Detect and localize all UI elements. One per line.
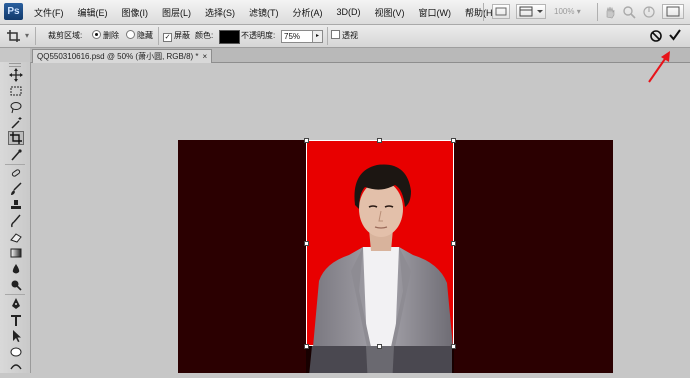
screen-mode-icon xyxy=(666,6,680,17)
arrange-documents-icon xyxy=(519,6,543,17)
type-icon[interactable] xyxy=(8,313,24,327)
document-canvas[interactable] xyxy=(178,138,613,373)
crop-handle-bottom-center[interactable] xyxy=(377,344,382,349)
menu-bar: Ps 文件(F) 编辑(E) 图像(I) 图层(L) 选择(S) 滤镜(T) 分… xyxy=(0,0,690,25)
options-separator xyxy=(327,27,328,45)
launch-bridge-button[interactable] xyxy=(492,4,510,19)
perspective-label: 透视 xyxy=(342,31,358,40)
gradient-icon[interactable] xyxy=(8,246,24,260)
crop-handle-top-center[interactable] xyxy=(377,138,382,143)
delete-radio[interactable] xyxy=(92,30,101,39)
crop-handle-bottom-left[interactable] xyxy=(304,344,309,349)
menu-items: 文件(F) 编辑(E) 图像(I) 图层(L) 选择(S) 滤镜(T) 分析(A… xyxy=(34,0,510,24)
crop-shield-overlay xyxy=(306,346,454,373)
photoshop-logo-icon: Ps xyxy=(4,3,23,20)
clone-stamp-icon[interactable] xyxy=(8,198,24,212)
checkmark-icon xyxy=(669,29,681,41)
preset-dropdown-arrow[interactable]: ▾ xyxy=(25,25,29,47)
rotate-view-icon[interactable] xyxy=(642,5,656,19)
perspective-option[interactable]: 透视 xyxy=(331,25,358,47)
blur-icon[interactable] xyxy=(8,262,24,276)
toolbox xyxy=(0,62,31,373)
hide-radio[interactable] xyxy=(126,30,135,39)
menu-separator xyxy=(597,3,598,21)
toolbox-separator xyxy=(5,164,25,165)
menu-edit[interactable]: 编辑(E) xyxy=(78,6,108,19)
shield-option[interactable]: ✓ 屏蔽 xyxy=(163,25,190,47)
dodge-icon[interactable] xyxy=(8,278,24,292)
brush-icon[interactable] xyxy=(8,182,24,196)
opacity-label: 不透明度: xyxy=(241,31,276,40)
portrait-photo xyxy=(313,164,453,347)
menu-image[interactable]: 图像(I) xyxy=(122,6,149,19)
options-separator xyxy=(158,27,159,45)
hand-tool-icon[interactable] xyxy=(603,5,617,19)
eyedropper-icon[interactable] xyxy=(8,148,24,162)
crop-handle-middle-right[interactable] xyxy=(451,241,456,246)
document-tab[interactable]: QQ550310616.psd @ 50% (萧小圆, RGB/8) * × xyxy=(32,49,213,63)
marquee-icon[interactable] xyxy=(8,84,24,98)
shape-icon[interactable] xyxy=(8,345,24,359)
crop-handle-middle-left[interactable] xyxy=(304,241,309,246)
delete-option[interactable]: 删除 xyxy=(92,25,119,47)
perspective-checkbox[interactable] xyxy=(331,30,340,39)
menu-filter[interactable]: 滤镜(T) xyxy=(249,6,279,19)
close-tab-icon[interactable]: × xyxy=(203,52,208,61)
menu-help[interactable]: 帮助(H) xyxy=(465,6,496,19)
eraser-icon[interactable] xyxy=(8,230,24,244)
crop-area-label: 裁剪区域: xyxy=(48,31,83,40)
menu-analysis[interactable]: 分析(A) xyxy=(293,6,323,19)
document-tab-bar: QQ550310616.psd @ 50% (萧小圆, RGB/8) * × xyxy=(30,48,690,63)
menu-separator xyxy=(483,3,484,21)
magic-wand-icon[interactable] xyxy=(8,116,24,130)
tool-options-bar: ▾ 裁剪区域: 删除 隐藏 ✓ 屏蔽 颜色: 不透明度: 75% ▸ 透视 xyxy=(0,25,690,48)
crop-selection[interactable] xyxy=(306,140,454,347)
portrait-photo-outside-crop xyxy=(309,346,452,373)
canvas-area[interactable] xyxy=(31,63,690,373)
menu-layer[interactable]: 图层(L) xyxy=(162,6,191,19)
crop-handle-bottom-right[interactable] xyxy=(451,344,456,349)
commit-crop-button[interactable] xyxy=(668,28,682,42)
hide-option[interactable]: 隐藏 xyxy=(126,25,153,47)
bridge-icon xyxy=(495,7,507,16)
menu-window[interactable]: 窗口(W) xyxy=(419,6,452,19)
annotation-arrow-icon xyxy=(648,51,670,83)
cancel-crop-button[interactable] xyxy=(649,29,663,43)
opacity-stepper[interactable]: ▸ xyxy=(312,30,323,43)
menu-select[interactable]: 选择(S) xyxy=(205,6,235,19)
crop-icon[interactable] xyxy=(8,131,24,145)
menu-file[interactable]: 文件(F) xyxy=(34,6,64,19)
zoom-level-field[interactable]: 100% ▾ xyxy=(554,5,594,18)
arrange-documents-button[interactable] xyxy=(516,4,546,19)
pen-icon[interactable] xyxy=(8,297,24,311)
zoom-level-value: 100% xyxy=(554,7,575,16)
move-icon[interactable] xyxy=(8,68,24,82)
options-separator xyxy=(35,27,36,45)
toolbox-separator xyxy=(5,294,25,295)
document-tab-title: QQ550310616.psd @ 50% (萧小圆, RGB/8) * xyxy=(37,52,199,61)
opacity-input[interactable]: 75% xyxy=(281,30,313,43)
crop-handle-top-right[interactable] xyxy=(451,138,456,143)
shield-color-swatch[interactable] xyxy=(219,30,240,44)
shield-checkbox[interactable]: ✓ xyxy=(163,33,172,42)
crop-tool-preset-icon[interactable] xyxy=(6,29,22,43)
lasso-icon[interactable] xyxy=(8,100,24,114)
hide-label: 隐藏 xyxy=(137,31,153,40)
history-brush-icon[interactable] xyxy=(8,214,24,228)
shield-label: 屏蔽 xyxy=(174,31,190,40)
color-label: 颜色: xyxy=(195,31,214,40)
menu-view[interactable]: 视图(V) xyxy=(375,6,405,19)
path-selection-icon[interactable] xyxy=(8,329,24,343)
toolbox-grip[interactable] xyxy=(9,63,21,67)
healing-brush-icon[interactable] xyxy=(8,166,24,180)
cancel-icon xyxy=(650,30,662,42)
delete-label: 删除 xyxy=(103,31,119,40)
crop-handle-top-left[interactable] xyxy=(304,138,309,143)
screen-mode-button[interactable] xyxy=(662,4,684,19)
zoom-tool-icon[interactable] xyxy=(622,5,636,19)
menu-3d[interactable]: 3D(D) xyxy=(337,7,361,17)
